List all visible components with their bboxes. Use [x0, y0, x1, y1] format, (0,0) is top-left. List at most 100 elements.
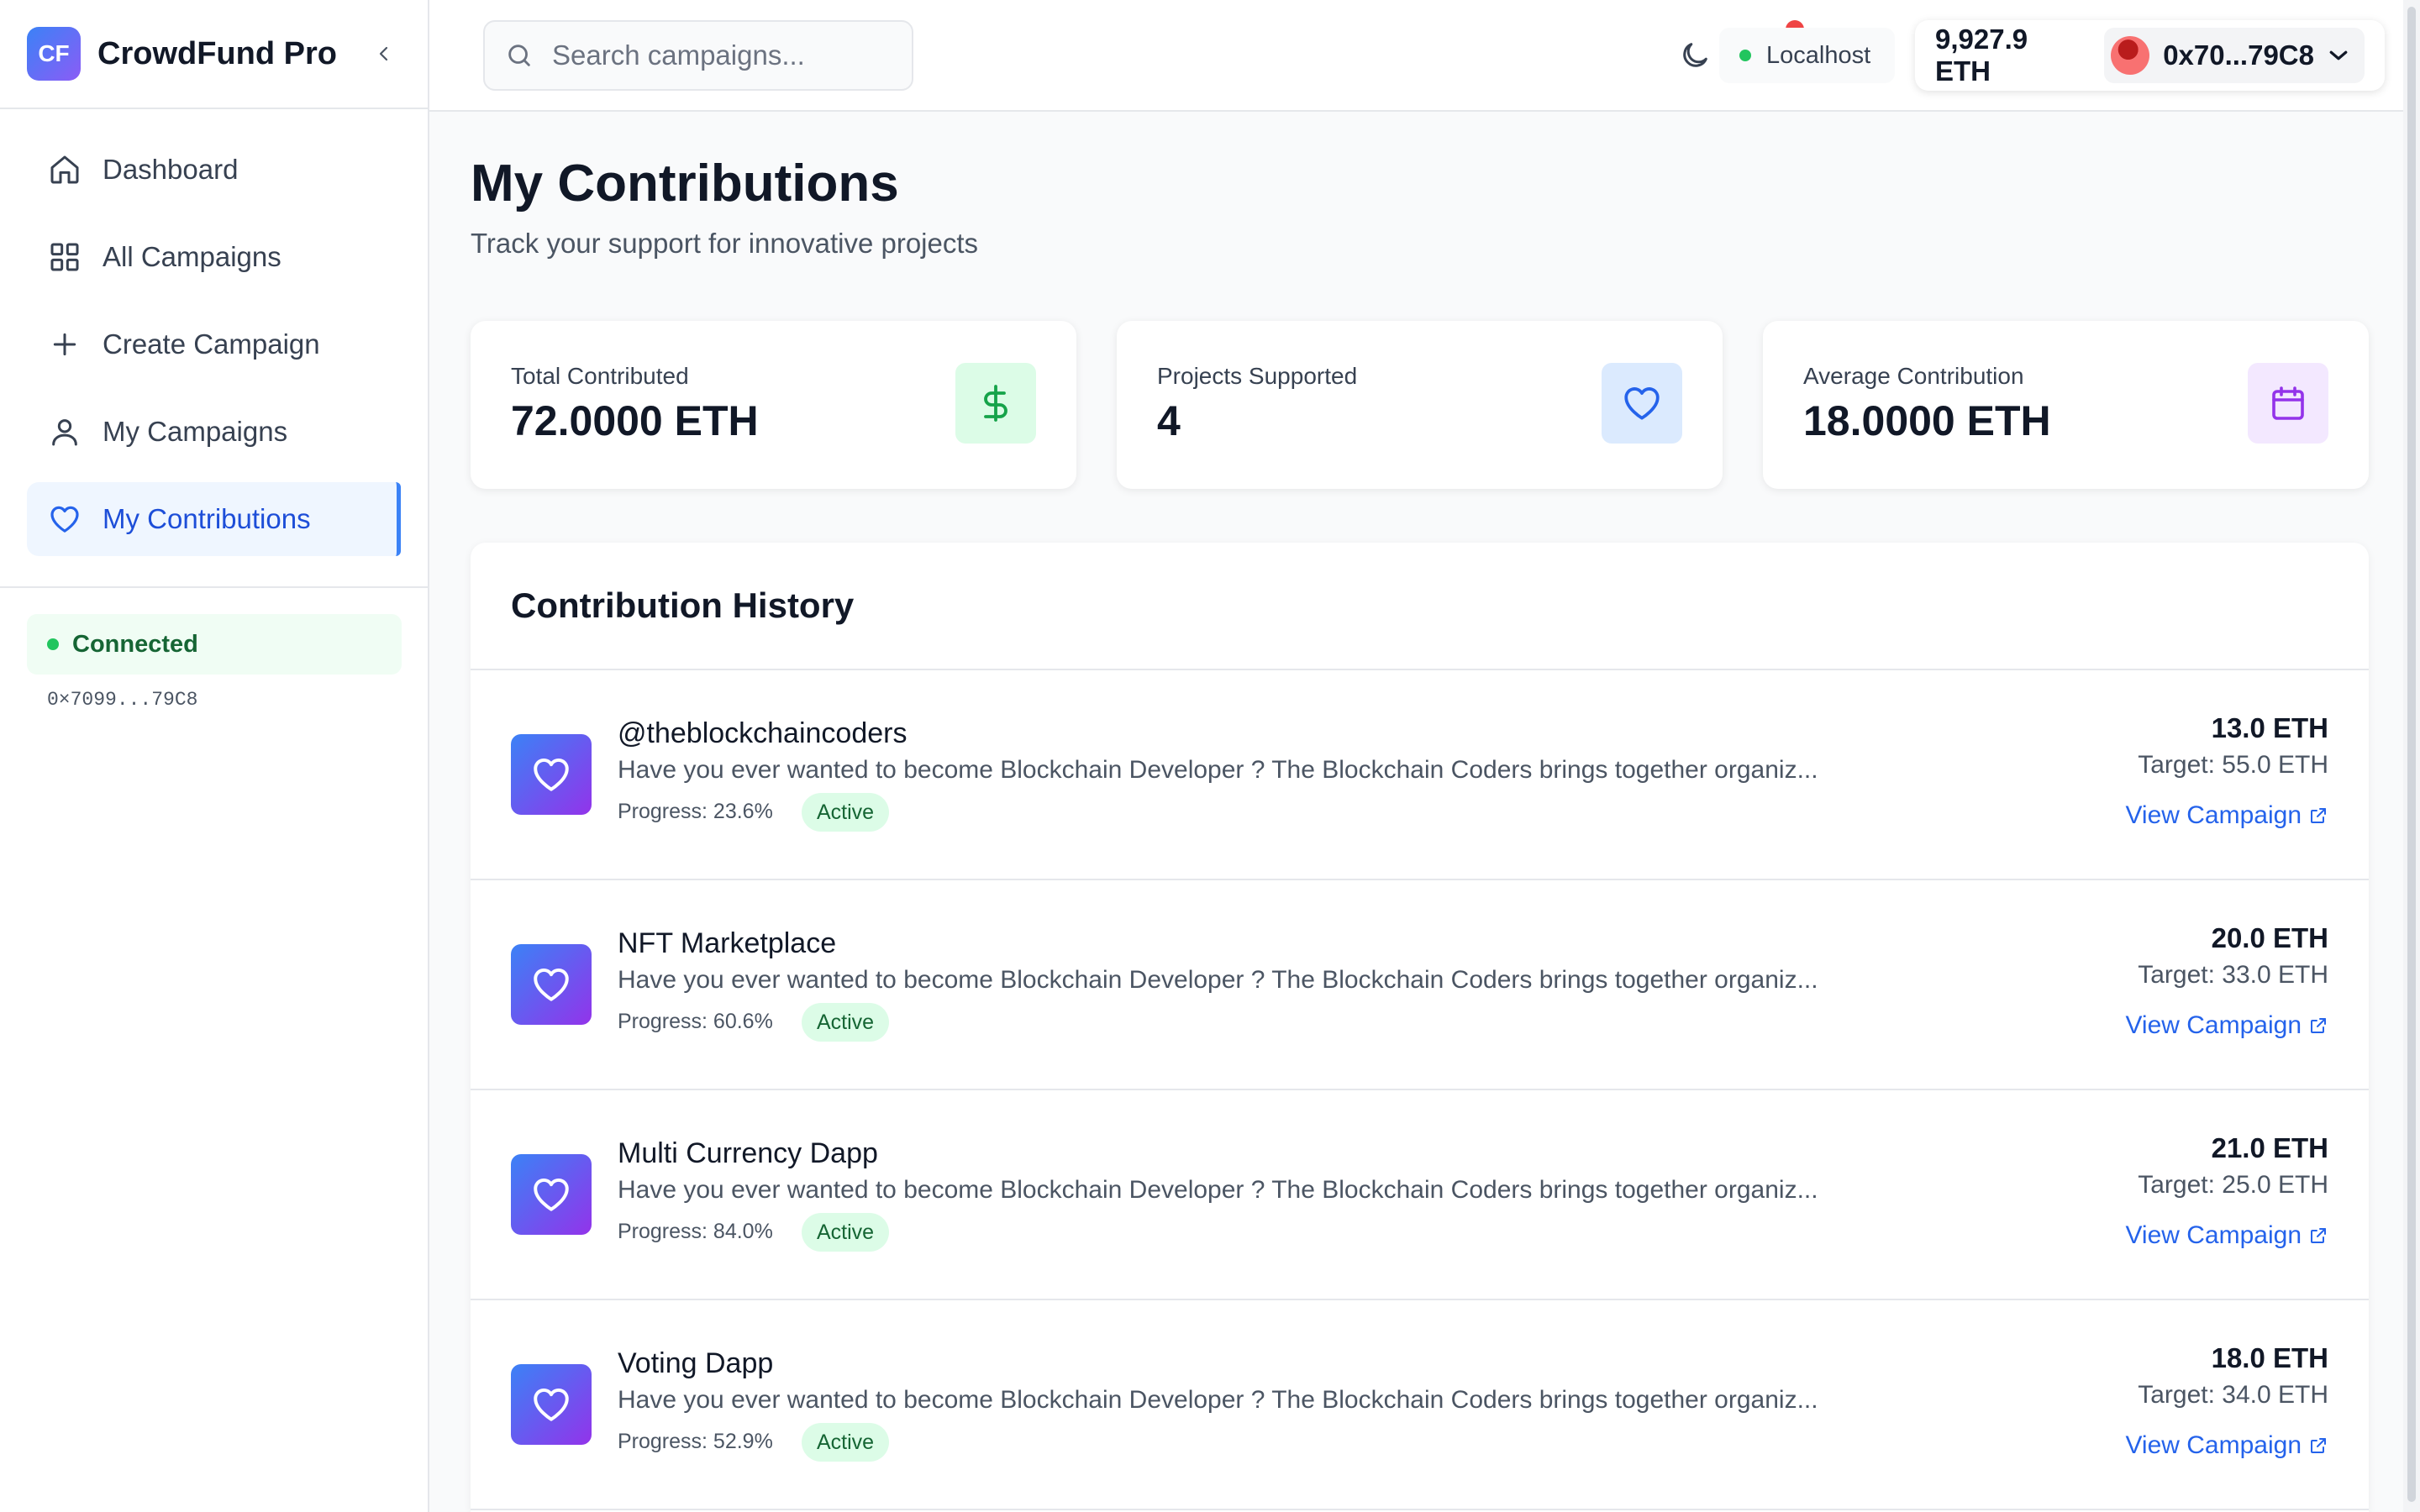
heart-icon [534, 759, 569, 791]
chevron-down-icon [2329, 50, 2348, 60]
contribution-history: Contribution History @theblockchaincoder… [471, 543, 2369, 1512]
heart-icon [1624, 387, 1660, 420]
wallet-panel: 9,927.9 ETH 0x70...79C8 [1915, 20, 2385, 91]
dollar-icon [984, 385, 1007, 422]
stat-value: 18.0000 ETH [1803, 397, 2051, 444]
campaign-thumbnail [511, 944, 592, 1025]
sidebar-item-label: Create Campaign [103, 328, 320, 360]
stat-label: Projects Supported [1157, 363, 1358, 389]
sidebar-nav: Dashboard All Campaigns Create Campaign … [0, 109, 428, 556]
status-badge: Active [802, 1213, 890, 1252]
heart-icon [534, 1389, 569, 1421]
campaign-target: Target: 34.0 ETH [2138, 1381, 2328, 1409]
campaign-progress: Progress: 23.6% [618, 800, 773, 823]
chevron-left-icon [379, 46, 388, 61]
status-badge: Active [802, 1003, 890, 1042]
contribution-amount: 21.0 ETH [2211, 1132, 2328, 1163]
campaign-progress: Progress: 60.6% [618, 1010, 773, 1033]
sidebar-item-label: My Campaigns [103, 416, 288, 447]
external-link-icon [2311, 808, 2326, 823]
sidebar: CF CrowdFund Pro Dashboard All Campaigns [0, 0, 429, 1512]
list-item: @theblockchaincoders Have you ever wante… [471, 670, 2369, 880]
search-box[interactable] [483, 20, 913, 91]
view-campaign-label: View Campaign [2125, 1011, 2302, 1039]
connection-status: Connected [27, 614, 402, 675]
brand-header: CF CrowdFund Pro [0, 0, 428, 109]
stat-icon-box [1602, 363, 1682, 444]
campaign-thumbnail [511, 1154, 592, 1235]
search-input[interactable] [552, 39, 905, 71]
contribution-amount: 20.0 ETH [2211, 922, 2328, 953]
view-campaign-link[interactable]: View Campaign [2125, 801, 2328, 830]
account-button[interactable]: 0x70...79C8 [2104, 28, 2365, 83]
status-badge: Active [802, 1423, 890, 1462]
view-campaign-link[interactable]: View Campaign [2125, 1011, 2328, 1040]
sidebar-item-all-campaigns[interactable]: All Campaigns [27, 220, 401, 294]
campaign-name: NFT Marketplace [618, 927, 837, 959]
user-icon [47, 414, 82, 449]
stat-label: Total Contributed [511, 363, 689, 389]
collapse-sidebar-button[interactable] [367, 37, 401, 71]
stat-card-projects-supported: Projects Supported 4 [1117, 321, 1723, 489]
history-header: Contribution History [471, 543, 2369, 670]
search-icon [508, 45, 530, 66]
heart-icon [47, 501, 82, 537]
network-indicator[interactable]: Localhost [1719, 28, 1895, 83]
account-address: 0x70...79C8 [2163, 39, 2314, 71]
campaign-description: Have you ever wanted to become Blockchai… [618, 966, 1818, 994]
campaign-name: @theblockchaincoders [618, 717, 908, 749]
plus-icon [47, 327, 82, 362]
history-title: Contribution History [511, 585, 855, 625]
stat-icon-box [2248, 363, 2328, 444]
page-scrollbar[interactable] [2403, 0, 2420, 1512]
sidebar-item-dashboard[interactable]: Dashboard [27, 133, 401, 207]
heart-icon [534, 1179, 569, 1211]
stat-icon-box [955, 363, 1036, 444]
brand-logo[interactable]: CF [27, 27, 81, 81]
campaign-thumbnail [511, 1364, 592, 1445]
heart-icon [534, 969, 569, 1001]
campaign-thumbnail [511, 734, 592, 815]
campaign-progress: Progress: 84.0% [618, 1220, 773, 1243]
campaign-description: Have you ever wanted to become Blockchai… [618, 756, 1818, 784]
page-subtitle: Track your support for innovative projec… [471, 228, 979, 259]
network-status-dot [1739, 50, 1751, 61]
campaign-target: Target: 33.0 ETH [2138, 961, 2328, 989]
page-title: My Contributions [471, 155, 899, 213]
campaign-name: Voting Dapp [618, 1347, 774, 1379]
external-link-icon [2311, 1018, 2326, 1033]
top-header: Localhost 9,927.9 ETH 0x70...79C8 [429, 0, 2403, 112]
external-link-icon [2311, 1438, 2326, 1453]
sidebar-item-my-campaigns[interactable]: My Campaigns [27, 395, 401, 469]
stat-card-total-contributed: Total Contributed 72.0000 ETH [471, 321, 1076, 489]
avatar [2111, 36, 2150, 75]
theme-toggle-button[interactable] [1671, 32, 1718, 79]
external-link-icon [2311, 1228, 2326, 1243]
view-campaign-link[interactable]: View Campaign [2125, 1431, 2328, 1460]
view-campaign-label: View Campaign [2125, 801, 2302, 829]
stat-card-average-contribution: Average Contribution 18.0000 ETH [1763, 321, 2369, 489]
home-icon [47, 152, 82, 187]
grid-icon [47, 239, 82, 275]
brand-name[interactable]: CrowdFund Pro [97, 36, 337, 72]
stat-label: Average Contribution [1803, 363, 2024, 389]
scrollbar-thumb[interactable] [2407, 7, 2416, 1502]
view-campaign-link[interactable]: View Campaign [2125, 1221, 2328, 1250]
connection-label: Connected [72, 630, 198, 658]
view-campaign-label: View Campaign [2125, 1221, 2302, 1249]
status-badge: Active [802, 793, 890, 832]
sidebar-item-label: Dashboard [103, 154, 239, 185]
sidebar-item-create-campaign[interactable]: Create Campaign [27, 307, 401, 381]
view-campaign-label: View Campaign [2125, 1431, 2302, 1459]
app-root: CF CrowdFund Pro Dashboard All Campaigns [0, 0, 2420, 1512]
list-item: Voting Dapp Have you ever wanted to beco… [471, 1300, 2369, 1510]
status-dot [47, 638, 59, 650]
wallet-balance: 9,927.9 ETH [1935, 24, 2028, 87]
network-name: Localhost [1766, 41, 1871, 69]
calendar-icon [2272, 386, 2304, 420]
moon-icon [1683, 43, 1707, 67]
contribution-amount: 18.0 ETH [2211, 1342, 2328, 1373]
sidebar-item-my-contributions[interactable]: My Contributions [27, 482, 401, 556]
connected-address: 0×7099...79C8 [47, 689, 198, 711]
campaign-progress: Progress: 52.9% [618, 1430, 773, 1453]
